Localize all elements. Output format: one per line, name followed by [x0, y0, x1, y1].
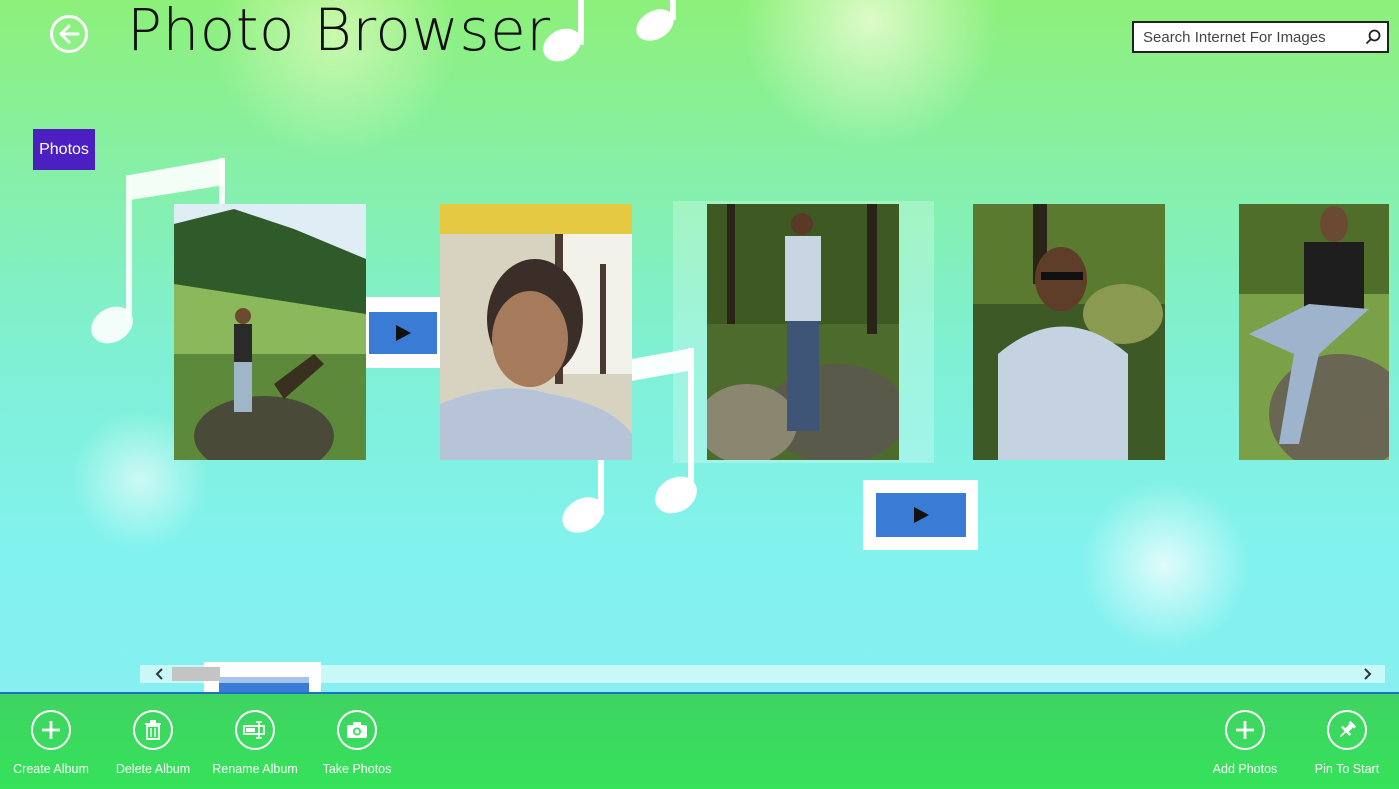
scroll-thumb[interactable] — [172, 667, 220, 681]
trash-icon — [145, 720, 161, 740]
scroll-right-button[interactable] — [1357, 665, 1377, 683]
photo-tile[interactable] — [707, 204, 899, 460]
back-arrow-icon — [59, 24, 80, 44]
search-icon — [1365, 29, 1381, 45]
photo-tile[interactable] — [1239, 204, 1389, 460]
add-photos-button[interactable]: Add Photos — [1195, 710, 1295, 776]
pin-to-start-button[interactable]: Pin To Start — [1297, 710, 1397, 776]
page-title: Photo Browser — [127, 0, 551, 64]
video-tile[interactable] — [863, 480, 978, 550]
background-glow — [740, 0, 1000, 150]
play-icon — [396, 324, 411, 341]
delete-album-button[interactable]: Delete Album — [103, 710, 203, 776]
music-note-decoration — [543, 0, 676, 62]
pin-icon — [1339, 720, 1357, 738]
scroll-left-button[interactable] — [150, 665, 170, 683]
rename-album-button[interactable]: Rename Album — [205, 710, 305, 776]
photo-image — [707, 204, 899, 460]
play-icon — [913, 507, 929, 523]
photo-tile[interactable] — [973, 204, 1165, 460]
search-button[interactable] — [1359, 23, 1387, 51]
photo-image — [1239, 204, 1389, 460]
back-button[interactable] — [50, 15, 88, 53]
chevron-left-icon — [155, 668, 163, 680]
app-bar: Create Album Delete Album Rename Album T… — [0, 692, 1399, 789]
search-box[interactable] — [1132, 21, 1389, 53]
background-glow — [1080, 480, 1250, 650]
rename-icon — [243, 721, 265, 739]
camera-icon — [347, 722, 367, 738]
horizontal-scrollbar[interactable] — [140, 665, 1385, 683]
group-header-photos[interactable]: Photos — [33, 129, 95, 170]
photo-image — [174, 204, 366, 460]
photo-image — [973, 204, 1165, 460]
photo-tile[interactable] — [440, 204, 632, 460]
search-input[interactable] — [1134, 28, 1359, 46]
photo-image — [440, 204, 632, 460]
chevron-right-icon — [1364, 668, 1372, 680]
take-photos-button[interactable]: Take Photos — [307, 710, 407, 776]
create-album-button[interactable]: Create Album — [1, 710, 101, 776]
photo-tile[interactable] — [174, 204, 366, 460]
video-tile[interactable] — [366, 297, 440, 368]
plus-icon — [1236, 721, 1254, 739]
plus-icon — [42, 721, 60, 739]
